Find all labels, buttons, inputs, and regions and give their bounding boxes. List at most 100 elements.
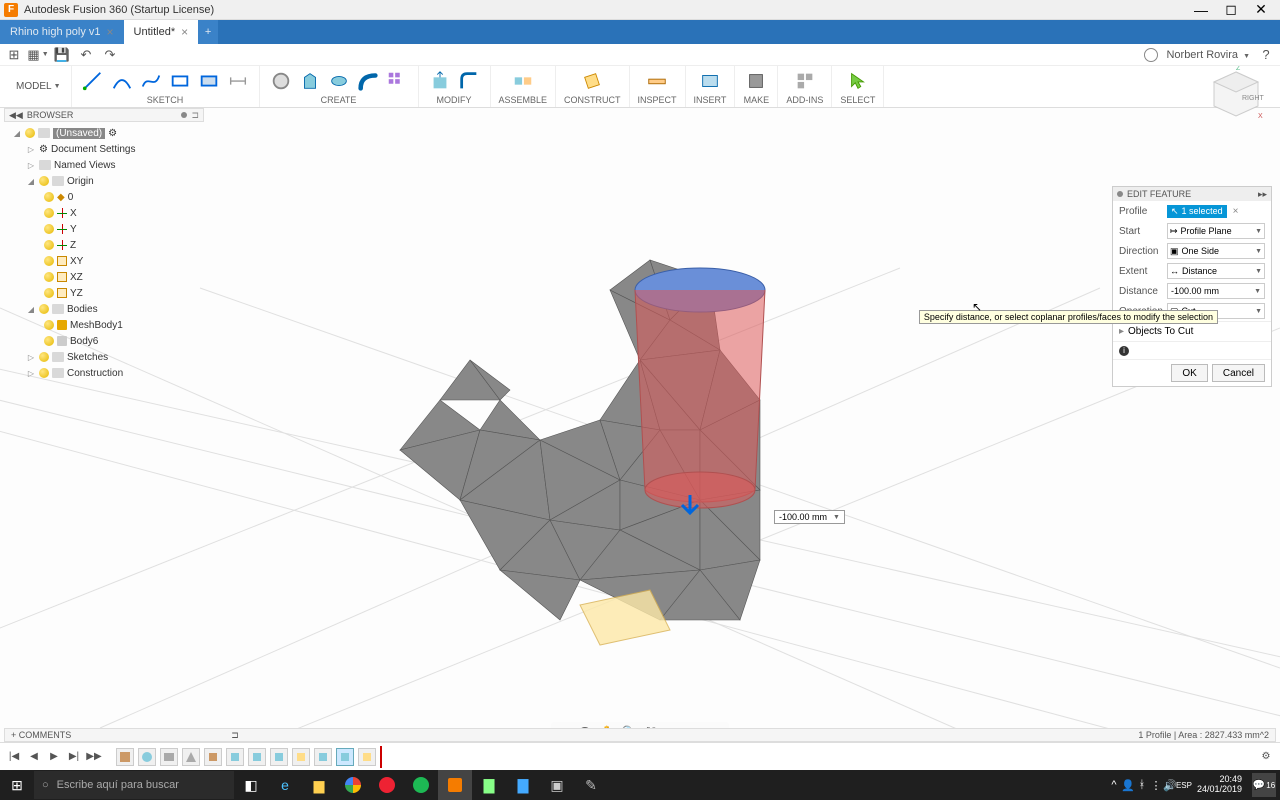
tab-rhino[interactable]: Rhino high poly v1 × [0, 20, 124, 44]
job-status-icon[interactable] [1144, 48, 1158, 62]
taskbar-clock[interactable]: 20:49 24/01/2019 [1191, 775, 1248, 795]
timeline-feature[interactable] [160, 748, 178, 766]
timeline-feature[interactable] [204, 748, 222, 766]
tab-untitled[interactable]: Untitled* × [124, 20, 199, 44]
save-icon[interactable]: 💾 [54, 47, 70, 63]
dimension-input[interactable]: -100.00 mm▼ [774, 510, 845, 524]
measure-icon[interactable] [644, 68, 670, 94]
sweep-icon[interactable] [355, 68, 381, 94]
task-view-button[interactable]: ◧ [234, 770, 268, 800]
direction-dropdown[interactable]: ▣ One Side▼ [1167, 243, 1265, 259]
data-panel-icon[interactable]: ⊞ [6, 47, 22, 63]
revolve-icon[interactable] [326, 68, 352, 94]
joint-icon[interactable] [510, 68, 536, 94]
taskbar-app[interactable]: e [268, 770, 302, 800]
taskbar-app[interactable] [336, 770, 370, 800]
tree-plane-yz[interactable]: YZ [4, 285, 204, 301]
undo-icon[interactable]: ↶ [78, 47, 94, 63]
tree-origin-point[interactable]: ◆0 [4, 189, 204, 205]
tree-origin[interactable]: ◢Origin [4, 173, 204, 189]
tree-bodies[interactable]: ◢Bodies [4, 301, 204, 317]
cancel-button[interactable]: Cancel [1212, 364, 1265, 382]
timeline-play-icon[interactable]: ▶ [46, 749, 62, 765]
tree-axis-z[interactable]: Z [4, 237, 204, 253]
close-icon[interactable]: × [107, 25, 114, 39]
tray-language-icon[interactable]: ESP [1177, 770, 1191, 800]
sketch-line-icon[interactable] [80, 68, 106, 94]
start-button[interactable]: ⊞ [0, 770, 34, 800]
addins-icon[interactable] [792, 68, 818, 94]
taskbar-search[interactable]: ○ Escribe aquí para buscar [34, 771, 234, 799]
timeline-next-icon[interactable]: ▶| [66, 749, 82, 765]
taskbar-app[interactable]: ▇ [472, 770, 506, 800]
insert-icon[interactable] [697, 68, 723, 94]
tree-axis-x[interactable]: X [4, 205, 204, 221]
new-tab-button[interactable]: + [198, 20, 218, 44]
make-icon[interactable] [743, 68, 769, 94]
minimize-button[interactable]: — [1186, 1, 1216, 19]
press-pull-icon[interactable] [427, 68, 453, 94]
taskbar-app[interactable] [438, 770, 472, 800]
tree-sketches[interactable]: ▷Sketches [4, 349, 204, 365]
tree-axis-y[interactable]: Y [4, 221, 204, 237]
maximize-button[interactable]: ◻ [1216, 1, 1246, 19]
sketch-dimension-icon[interactable] [225, 68, 251, 94]
timeline-feature[interactable] [314, 748, 332, 766]
plane-icon[interactable] [579, 68, 605, 94]
timeline-feature[interactable] [116, 748, 134, 766]
tray-chevron-icon[interactable]: ^ [1107, 770, 1121, 800]
sketch-rectangle-icon[interactable] [167, 68, 193, 94]
tree-construction[interactable]: ▷Construction [4, 365, 204, 381]
extrude-icon[interactable] [297, 68, 323, 94]
taskbar-app[interactable]: ✎ [574, 770, 608, 800]
sketch-rect2-icon[interactable] [196, 68, 222, 94]
taskbar-app[interactable]: ▆ [302, 770, 336, 800]
timeline-feature[interactable] [336, 748, 354, 766]
close-button[interactable]: ✕ [1246, 1, 1276, 19]
close-icon[interactable]: × [181, 25, 188, 39]
taskbar-app[interactable] [370, 770, 404, 800]
timeline-end-icon[interactable]: ▶▶ [86, 749, 102, 765]
row-objects[interactable]: ▸Objects To Cut [1113, 321, 1271, 341]
tray-bluetooth-icon[interactable]: ᚼ [1135, 770, 1149, 800]
view-cube[interactable]: RIGHT Z X [1208, 66, 1264, 122]
timeline-feature[interactable] [248, 748, 266, 766]
timeline-start-icon[interactable]: |◀ [6, 749, 22, 765]
profile-selection-chip[interactable]: ↖ 1 selected [1167, 205, 1227, 218]
redo-icon[interactable]: ↷ [102, 47, 118, 63]
tree-docsettings[interactable]: ▷⚙Document Settings [4, 141, 204, 157]
taskbar-app[interactable] [404, 770, 438, 800]
tree-root[interactable]: ◢(Unsaved) ⚙ [4, 125, 204, 141]
tree-namedviews[interactable]: ▷Named Views [4, 157, 204, 173]
panel-pin-icon[interactable]: ⊐ [191, 110, 199, 121]
clear-selection-button[interactable]: × [1230, 205, 1242, 217]
gear-icon[interactable]: ⚙ [108, 128, 117, 139]
distance-input[interactable]: -100.00 mm▼ [1167, 283, 1265, 299]
tree-plane-xy[interactable]: XY [4, 253, 204, 269]
pattern-icon[interactable] [384, 68, 410, 94]
tray-volume-icon[interactable]: 🔊 [1163, 770, 1177, 800]
timeline-feature[interactable] [358, 748, 376, 766]
taskbar-app[interactable]: ▇ [506, 770, 540, 800]
help-icon[interactable]: ? [1258, 47, 1274, 63]
timeline-settings-icon[interactable]: ⚙ [1258, 749, 1274, 765]
extent-dropdown[interactable]: ↔ Distance▼ [1167, 263, 1265, 279]
user-menu[interactable]: Norbert Rovira ▼ [1166, 49, 1250, 61]
fillet-icon[interactable] [456, 68, 482, 94]
tree-meshbody[interactable]: MeshBody1 [4, 317, 204, 333]
notification-center[interactable]: 💬16 [1252, 773, 1276, 797]
start-dropdown[interactable]: ↦ Profile Plane▼ [1167, 223, 1265, 239]
timeline-feature[interactable] [226, 748, 244, 766]
panel-title[interactable]: EDIT FEATURE▸▸ [1113, 187, 1271, 201]
circle-icon[interactable] [268, 68, 294, 94]
timeline-marker[interactable] [380, 746, 382, 768]
tree-plane-xz[interactable]: XZ [4, 269, 204, 285]
file-menu-icon[interactable]: ▦▼ [30, 47, 46, 63]
ok-button[interactable]: OK [1171, 364, 1207, 382]
info-icon[interactable]: i [1119, 346, 1129, 356]
comments-bar[interactable]: + COMMENTS ⊐ 1 Profile | Area : 2827.433… [4, 728, 1276, 742]
tray-people-icon[interactable]: 👤 [1121, 770, 1135, 800]
timeline-feature[interactable] [292, 748, 310, 766]
workspace-selector[interactable]: MODEL ▼ [6, 66, 72, 107]
timeline-prev-icon[interactable]: ◀ [26, 749, 42, 765]
